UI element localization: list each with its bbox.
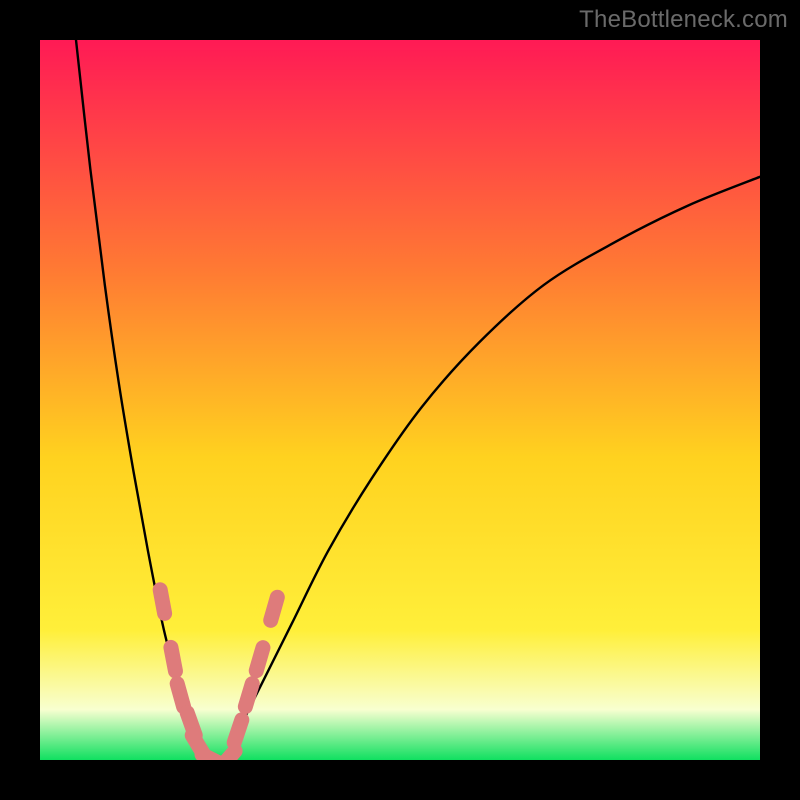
marker-capsule xyxy=(234,720,242,743)
chart-frame: TheBottleneck.com xyxy=(0,0,800,800)
marker-group xyxy=(160,590,277,760)
marker-capsule xyxy=(256,648,263,671)
curve-right-branch xyxy=(227,177,760,753)
watermark-text: TheBottleneck.com xyxy=(579,6,788,34)
marker-capsule xyxy=(271,597,278,620)
plot-area xyxy=(40,40,760,760)
curve-left-branch xyxy=(76,40,206,753)
marker-capsule xyxy=(219,751,235,760)
curve-layer xyxy=(40,40,760,760)
marker-capsule xyxy=(171,647,176,671)
marker-capsule xyxy=(245,684,252,707)
marker-capsule xyxy=(160,590,164,614)
marker-capsule xyxy=(177,684,183,707)
